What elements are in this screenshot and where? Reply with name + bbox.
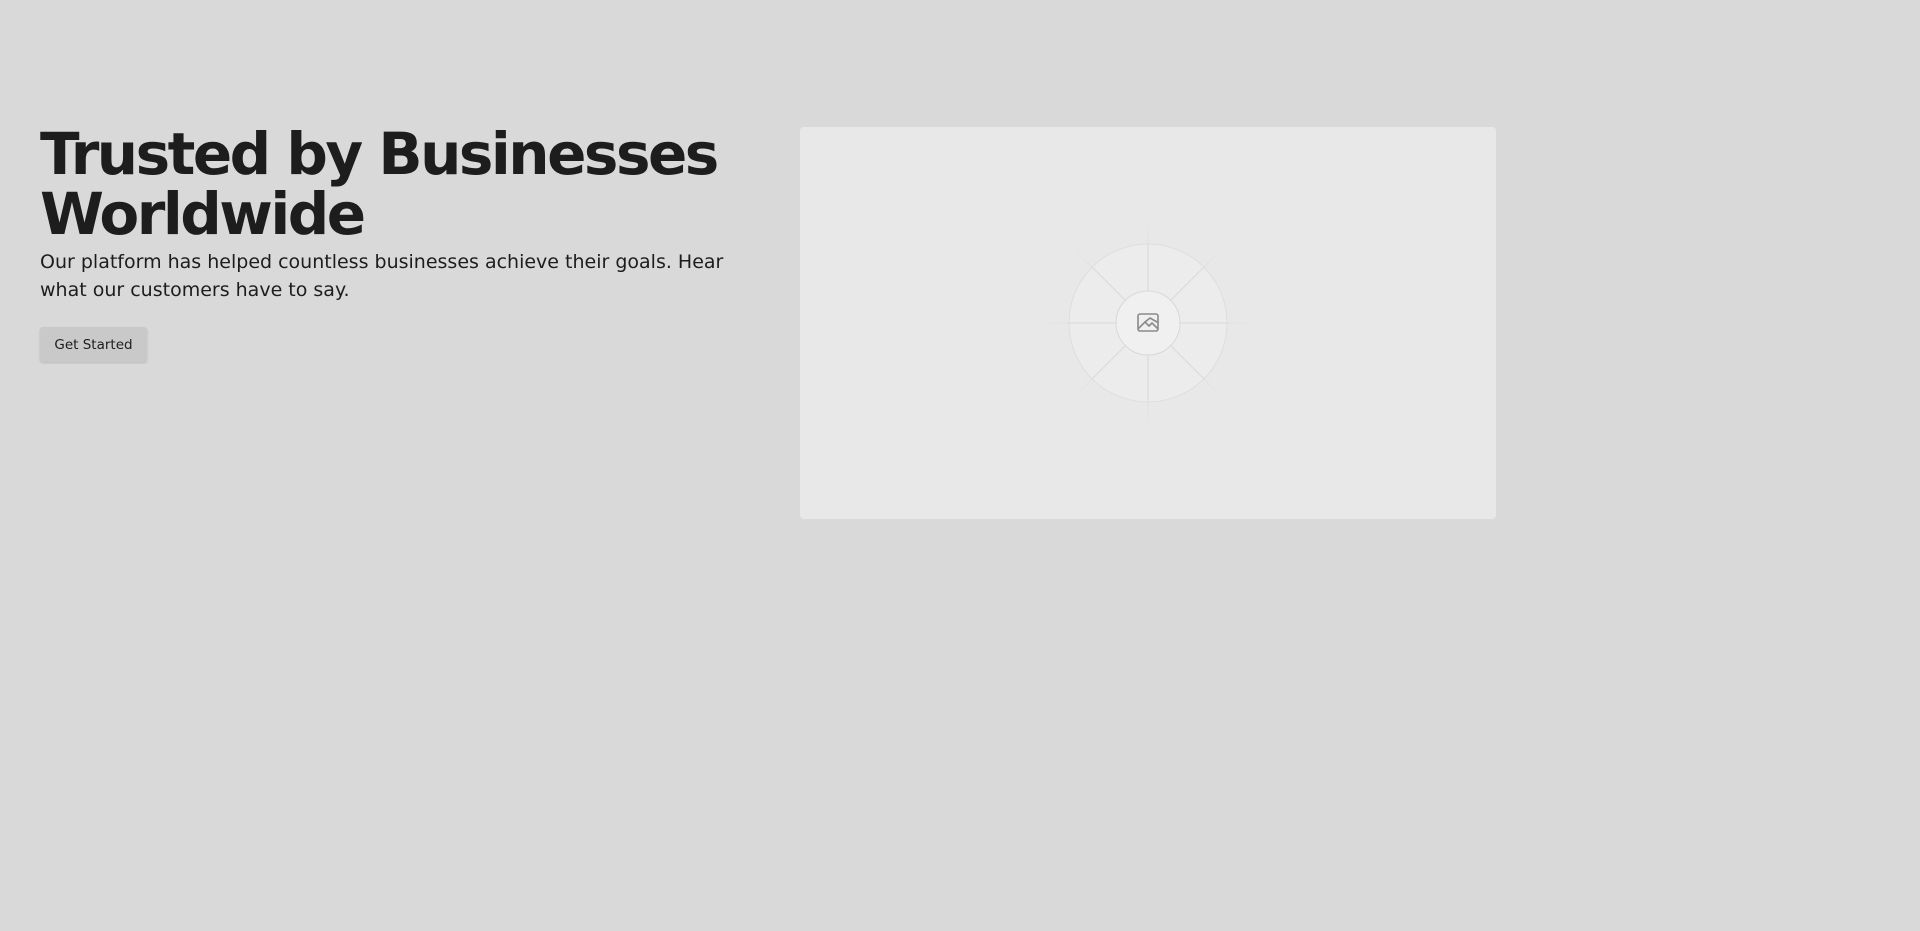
get-started-button[interactable]: Get Started bbox=[40, 327, 147, 362]
image-placeholder bbox=[800, 127, 1496, 519]
page: Trusted by Businesses Worldwide Our plat… bbox=[0, 0, 1920, 931]
hero-text-block: Trusted by Businesses Worldwide Our plat… bbox=[40, 124, 750, 304]
hero-subtitle: Our platform has helped countless busine… bbox=[40, 251, 724, 301]
placeholder-inner-circle bbox=[1115, 290, 1181, 356]
hero-title: Trusted by Businesses Worldwide bbox=[40, 120, 719, 248]
placeholder-graphic bbox=[1038, 213, 1258, 433]
